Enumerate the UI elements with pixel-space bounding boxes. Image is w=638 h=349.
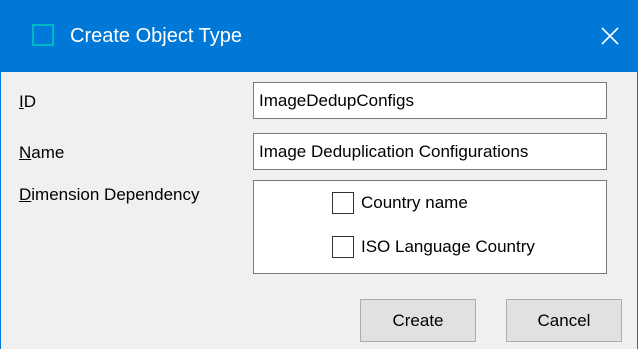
close-button[interactable] [583,0,637,72]
country-name-label: Country name [361,193,468,212]
dimension-dependency-list: Country name ISO Language Country [253,180,607,274]
name-label-rest: ame [31,143,65,162]
id-label-rest: D [23,92,37,111]
dimension-dependency-access-key: D [19,185,32,204]
id-field[interactable] [253,82,607,119]
create-object-type-dialog: Create Object Type ID Name Dimension Dep… [0,0,638,349]
create-button[interactable]: Create [360,299,476,342]
dimension-dependency-label: Dimension Dependency [19,185,200,205]
iso-language-country-label: ISO Language Country [361,237,535,256]
dialog-title: Create Object Type [70,25,242,47]
name-field[interactable] [253,133,607,170]
option-country-name[interactable]: Country name [332,192,468,214]
country-name-checkbox[interactable] [332,192,354,214]
cancel-button[interactable]: Cancel [506,299,622,342]
dimension-dependency-label-rest: imension Dependency [31,185,200,204]
close-icon [601,27,619,45]
name-label: Name [19,143,64,163]
app-window-icon [32,24,54,46]
name-label-access-key: N [19,143,32,162]
id-label: ID [19,92,36,112]
option-iso-language-country[interactable]: ISO Language Country [332,236,535,258]
iso-language-country-checkbox[interactable] [332,236,354,258]
title-bar[interactable]: Create Object Type [1,0,637,72]
